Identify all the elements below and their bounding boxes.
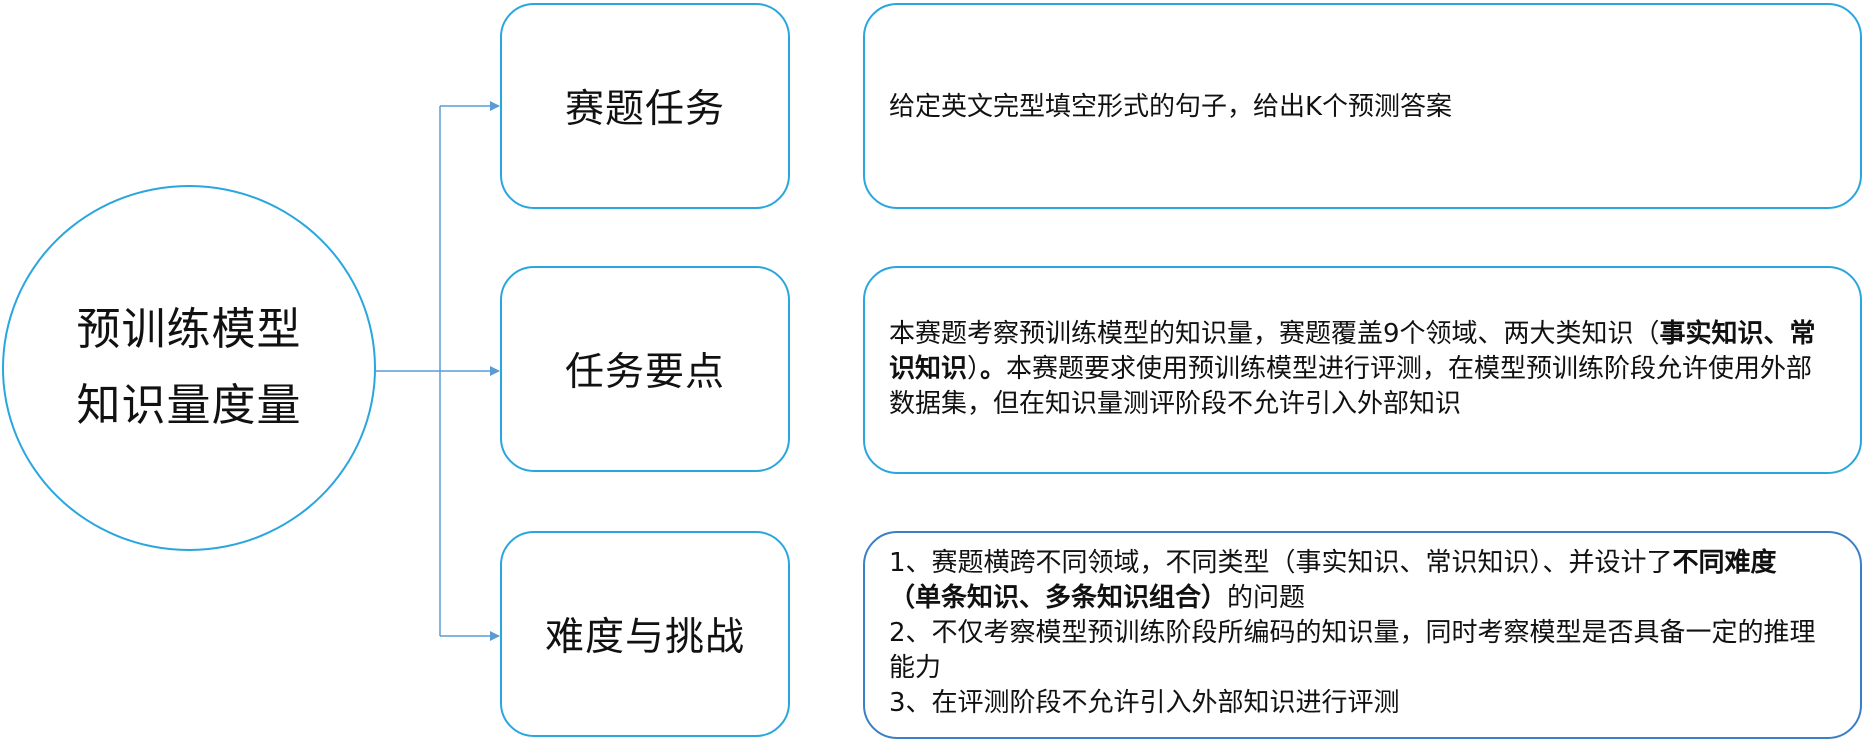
difficulty-item-1: 1、赛题横跨不同领域，不同类型（事实知识、常识知识）、并设计了不同难度（单条知识… — [889, 546, 1820, 616]
node-key-points: 任务要点 — [500, 266, 790, 472]
difficulty-item-1-part1: 1、赛题横跨不同领域，不同类型（事实知识、常识知识）、并设计了 — [889, 548, 1673, 578]
task-description-text: 给定英文完型填空形式的句子，给出K个预测答案 — [889, 92, 1453, 122]
key-points-text: 本赛题考察预训练模型的知识量，赛题覆盖9个领域、两大类知识（事实知识、常识知识）… — [889, 317, 1824, 422]
difficulty-item-3: 3、在评测阶段不允许引入外部知识进行评测 — [889, 688, 1400, 718]
node-task-label: 赛题任务 — [564, 87, 725, 132]
key-points-part2: ） — [967, 354, 981, 384]
difficulty-item-2: 2、不仅考察模型预训练阶段所编码的知识量，同时考察模型是否具备一定的推理能力 — [889, 618, 1816, 683]
key-points-bold2: 。 — [980, 354, 1007, 384]
node-key-points-label: 任务要点 — [564, 350, 725, 395]
center-title-line2: 知识量度量 — [76, 380, 302, 431]
task-description-box: 给定英文完型填空形式的句子，给出K个预测答案 — [863, 3, 1862, 209]
key-points-part3: 本赛题要求使用预训练模型进行评测，在模型预训练阶段允许使用外部数据集，但在知识量… — [889, 354, 1813, 419]
center-title-line1: 预训练模型 — [76, 304, 302, 355]
center-topic-node: 预训练模型 知识量度量 — [2, 185, 376, 551]
node-difficulty-label: 难度与挑战 — [544, 615, 745, 660]
node-task: 赛题任务 — [500, 3, 790, 209]
key-points-part1: 本赛题考察预训练模型的知识量，赛题覆盖9个领域、两大类知识（ — [889, 319, 1660, 349]
difficulty-item-1-part2: 的问题 — [1227, 583, 1306, 613]
key-points-box: 本赛题考察预训练模型的知识量，赛题覆盖9个领域、两大类知识（事实知识、常识知识）… — [863, 266, 1862, 474]
node-difficulty: 难度与挑战 — [500, 531, 790, 737]
difficulty-box: 1、赛题横跨不同领域，不同类型（事实知识、常识知识）、并设计了不同难度（单条知识… — [863, 531, 1862, 739]
